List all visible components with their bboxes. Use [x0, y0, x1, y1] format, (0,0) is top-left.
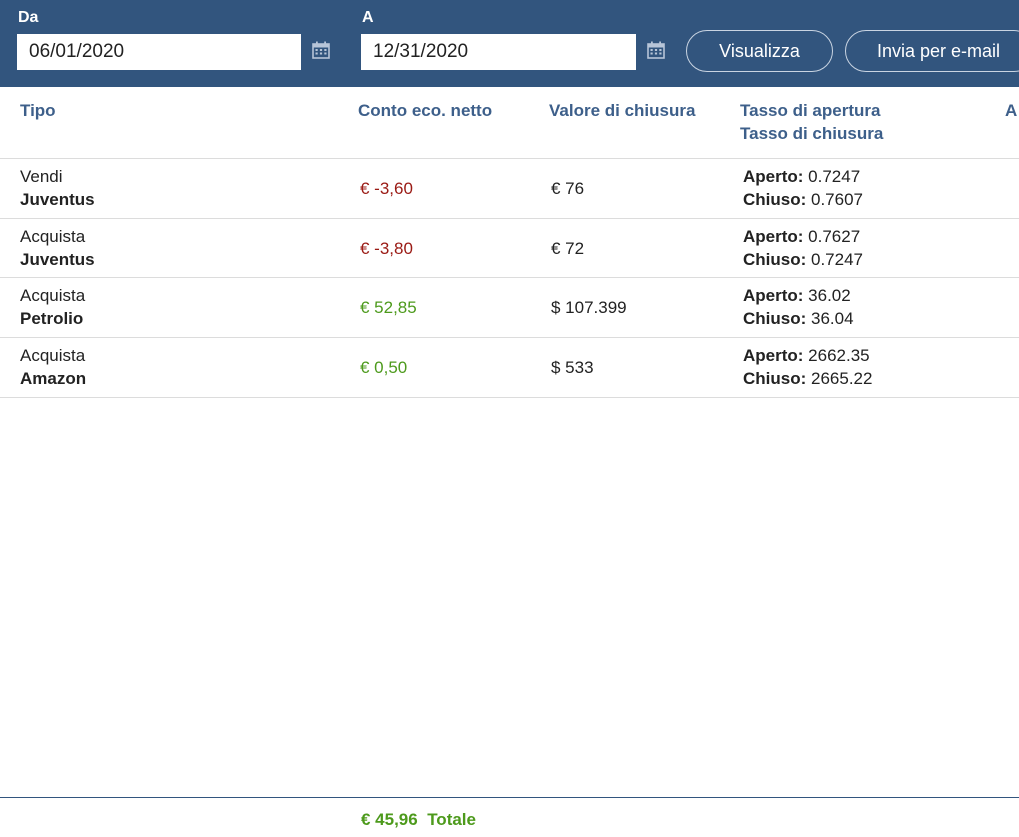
column-header-rates[interactable]: Tasso di apertura Tasso di chiusura [740, 99, 883, 145]
open-rate-label: Aperto: [743, 167, 804, 186]
column-header-close-value[interactable]: Valore di chiusura [549, 99, 695, 122]
trade-type-cell: Vendi Juventus [20, 165, 95, 211]
table-row[interactable]: Acquista Juventus € -3,80 € 72 Aperto: 0… [0, 219, 1019, 278]
trade-instrument: Juventus [20, 190, 95, 209]
open-rate-label: Aperto: [743, 286, 804, 305]
to-label: A [362, 9, 374, 26]
net-pl-value: € -3,60 [360, 179, 413, 198]
close-value: € 72 [551, 239, 585, 258]
close-rate-label: Chiuso: [743, 309, 807, 328]
open-rate-line: Aperto: 0.7627 [743, 225, 863, 248]
send-email-button[interactable]: Invia per e-mail [845, 30, 1019, 72]
footer-divider [0, 797, 1019, 798]
net-pl-value: € 52,85 [360, 298, 417, 317]
open-rate-label: Aperto: [743, 227, 804, 246]
open-rate-label: Aperto: [743, 346, 804, 365]
column-header-type[interactable]: Tipo [20, 99, 56, 122]
open-rate-line: Aperto: 2662.35 [743, 344, 872, 367]
close-rate-label: Chiuso: [743, 369, 807, 388]
footer-total: € 45,96 Totale [361, 810, 476, 830]
column-header-truncated[interactable]: A [1005, 99, 1019, 122]
open-rate-value: 0.7627 [803, 227, 861, 246]
trade-type-cell: Acquista Juventus [20, 225, 95, 271]
open-rate-value: 0.7247 [803, 167, 861, 186]
trade-type-cell: Acquista Petrolio [20, 284, 85, 330]
to-date-input[interactable] [361, 34, 636, 70]
calendar-icon[interactable] [311, 40, 331, 60]
table-row[interactable]: Acquista Petrolio € 52,85 $ 107.399 Aper… [0, 278, 1019, 337]
trade-action: Acquista [20, 346, 86, 365]
close-value: $ 107.399 [551, 298, 627, 317]
total-value: € 45,96 [361, 810, 418, 829]
close-rate-line: Chiuso: 0.7607 [743, 188, 863, 211]
close-rate-label: Chiuso: [743, 190, 807, 209]
open-rate-value: 36.02 [803, 286, 851, 305]
close-rate-value: 0.7247 [806, 250, 864, 269]
trade-action: Acquista [20, 227, 86, 246]
rates-cell: Aperto: 0.7627 Chiuso: 0.7247 [743, 225, 863, 271]
from-date-input[interactable] [17, 34, 301, 70]
rates-cell: Aperto: 0.7247 Chiuso: 0.7607 [743, 165, 863, 211]
row-divider [0, 397, 1019, 398]
rates-cell: Aperto: 2662.35 Chiuso: 2665.22 [743, 344, 872, 390]
calendar-icon-glyph [647, 41, 665, 59]
close-value: € 76 [551, 179, 585, 198]
close-rate-line: Chiuso: 2665.22 [743, 367, 872, 390]
trade-instrument: Petrolio [20, 309, 84, 328]
table-row[interactable]: Vendi Juventus € -3,60 € 76 Aperto: 0.72… [0, 159, 1019, 218]
column-header-net-pl[interactable]: Conto eco. netto [358, 99, 492, 122]
trade-instrument: Juventus [20, 250, 95, 269]
trade-instrument: Amazon [20, 369, 87, 388]
net-pl-value: € -3,80 [360, 239, 413, 258]
filter-bar: Da A Visualizza Invia per e-mail [0, 0, 1019, 87]
open-rate-line: Aperto: 36.02 [743, 284, 854, 307]
calendar-icon-glyph [312, 41, 330, 59]
column-header-open-rate: Tasso di apertura [740, 101, 881, 120]
trade-action: Acquista [20, 286, 86, 305]
rates-cell: Aperto: 36.02 Chiuso: 36.04 [743, 284, 854, 330]
close-value: $ 533 [551, 358, 594, 377]
close-rate-line: Chiuso: 0.7247 [743, 248, 863, 271]
column-header-close-rate: Tasso di chiusura [740, 124, 884, 143]
view-button[interactable]: Visualizza [686, 30, 833, 72]
trade-action: Vendi [20, 167, 63, 186]
calendar-icon[interactable] [646, 40, 666, 60]
table-row[interactable]: Acquista Amazon € 0,50 $ 533 Aperto: 266… [0, 338, 1019, 397]
close-rate-label: Chiuso: [743, 250, 807, 269]
close-rate-value: 2665.22 [806, 369, 873, 388]
total-label: Totale [427, 810, 476, 829]
close-rate-value: 0.7607 [806, 190, 864, 209]
open-rate-value: 2662.35 [803, 346, 870, 365]
open-rate-line: Aperto: 0.7247 [743, 165, 863, 188]
trade-type-cell: Acquista Amazon [20, 344, 86, 390]
close-rate-line: Chiuso: 36.04 [743, 307, 854, 330]
close-rate-value: 36.04 [806, 309, 854, 328]
net-pl-value: € 0,50 [360, 358, 408, 377]
from-label: Da [18, 9, 39, 26]
